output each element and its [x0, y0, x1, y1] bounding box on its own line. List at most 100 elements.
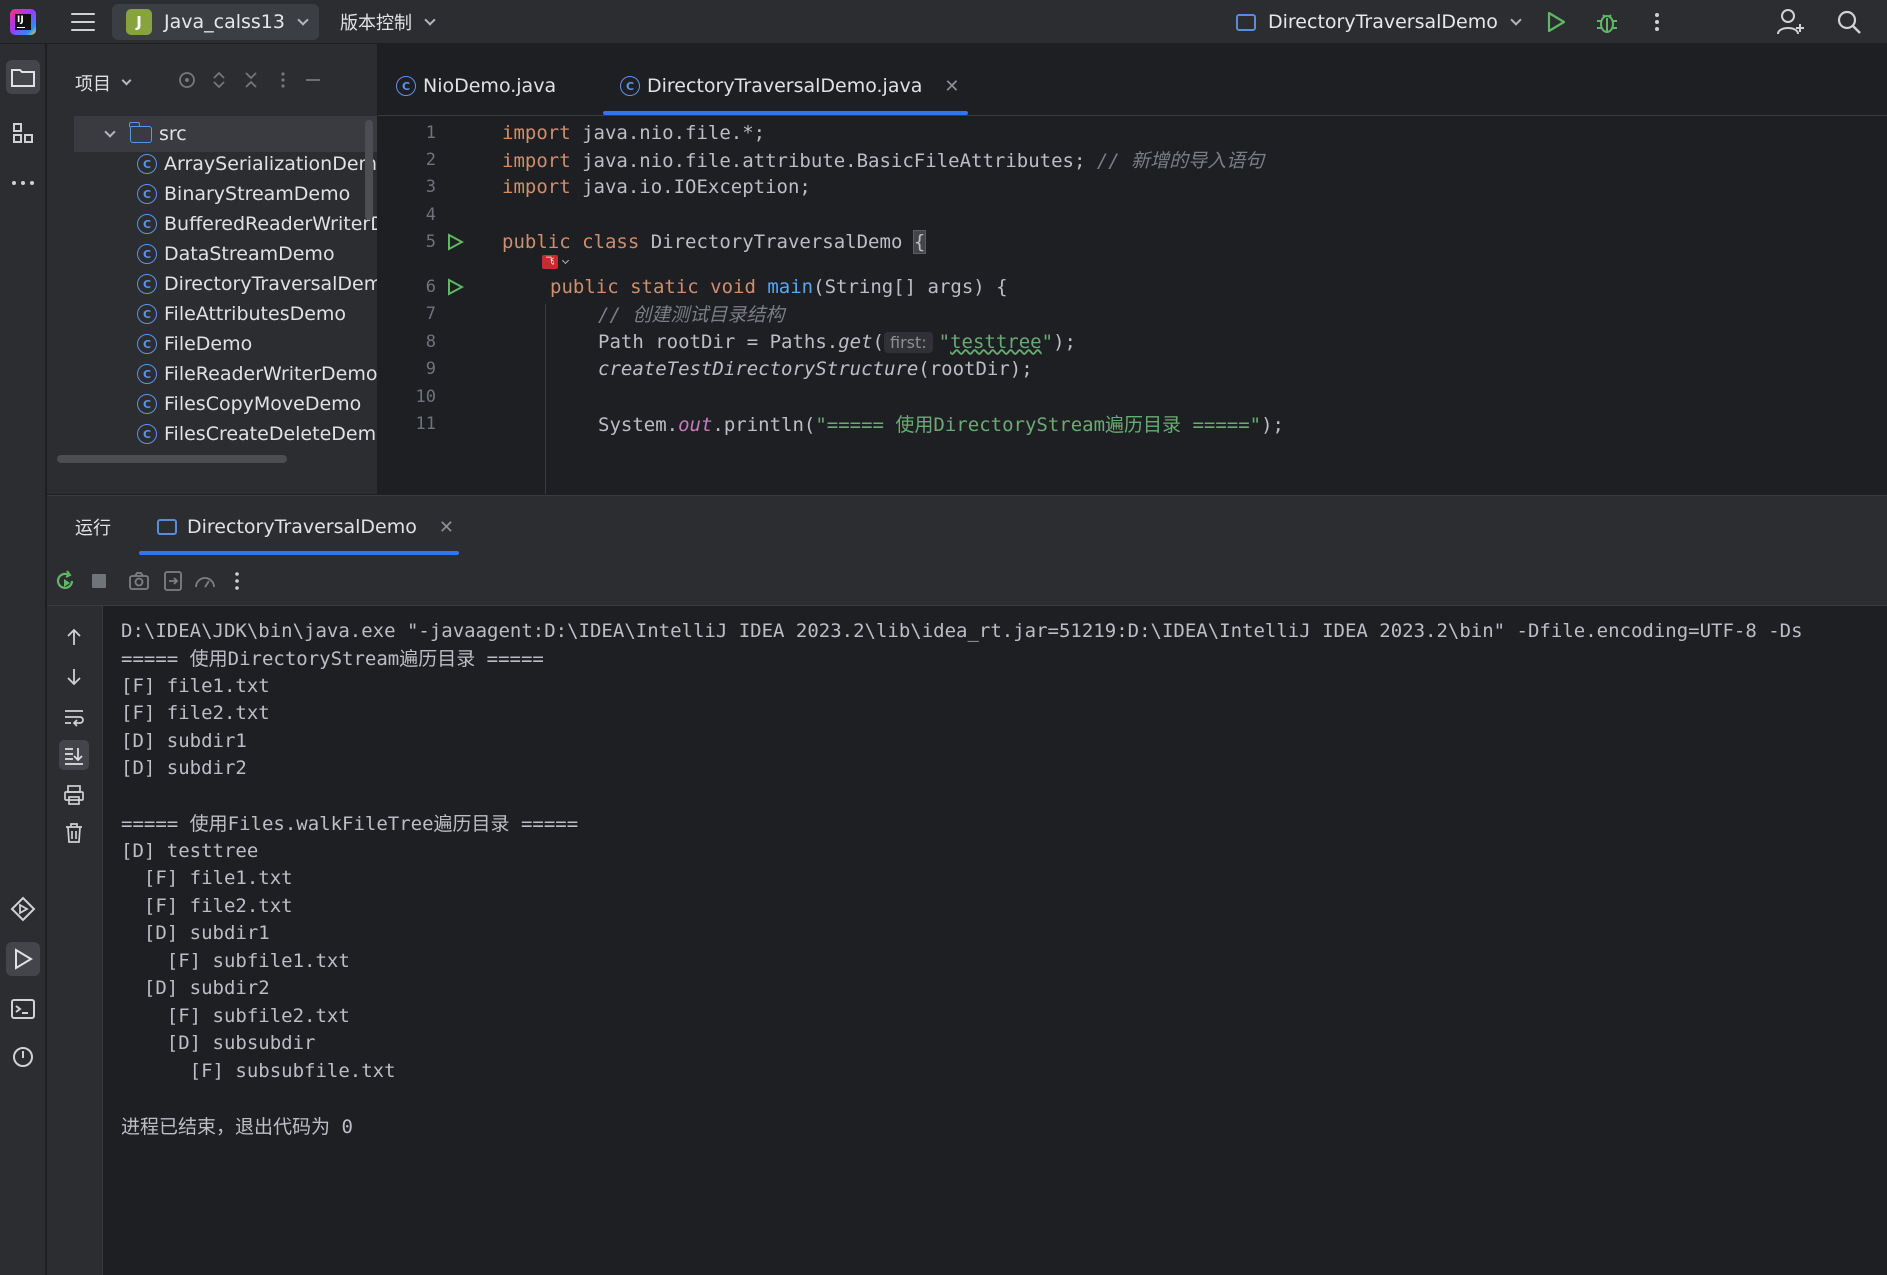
- class-icon: C: [396, 76, 416, 96]
- code-line: createTestDirectoryStructure(rootDir);: [598, 357, 1033, 380]
- structure-view-button[interactable]: [6, 116, 40, 150]
- code-line: import java.nio.file.attribute.BasicFile…: [502, 150, 1265, 172]
- terminal-button[interactable]: [6, 992, 40, 1026]
- more-actions-icon[interactable]: [1650, 10, 1660, 34]
- more-tools-button[interactable]: [6, 166, 40, 200]
- collapse-all-icon[interactable]: [241, 70, 261, 90]
- project-name: Java_calss13: [164, 11, 285, 33]
- rerun-icon[interactable]: [53, 569, 77, 593]
- console-line: 进程已结束，退出代码为 0: [121, 1116, 353, 1138]
- class-icon: C: [137, 214, 157, 234]
- chevron-down-icon: [561, 256, 570, 265]
- line-number: 4: [425, 204, 436, 225]
- clear-button[interactable]: [59, 818, 89, 848]
- parameter-hint: first:: [884, 331, 933, 353]
- arrow-down-icon: [67, 669, 81, 686]
- tree-horizontal-scrollbar[interactable]: [57, 455, 287, 463]
- close-icon[interactable]: ✕: [944, 76, 959, 97]
- tree-item-label: BinaryStreamDemo: [164, 183, 351, 205]
- line-number: 1: [425, 122, 436, 143]
- code-editor: C NioDemo.java C DirectoryTraversalDemo.…: [378, 44, 1887, 494]
- exit-icon[interactable]: [161, 569, 185, 593]
- services-button[interactable]: [6, 892, 40, 926]
- project-view-button[interactable]: [6, 60, 40, 94]
- more-actions-icon[interactable]: [225, 569, 249, 593]
- code-line: // 创建测试目录结构: [598, 304, 785, 326]
- line-number: 11: [415, 413, 436, 434]
- active-run-tab-indicator: [139, 551, 459, 555]
- class-icon: C: [137, 394, 157, 414]
- code-line: public static void main(String[] args) {: [550, 275, 1008, 298]
- stop-icon[interactable]: [87, 569, 111, 593]
- scroll-down-button[interactable]: [59, 662, 89, 692]
- add-user-icon[interactable]: [1776, 8, 1806, 36]
- tab-niodemo[interactable]: C NioDemo.java: [396, 68, 556, 104]
- line-number: 8: [425, 331, 436, 352]
- run-icon[interactable]: [1544, 10, 1568, 34]
- vcs-menu[interactable]: 版本控制: [340, 4, 436, 40]
- chevron-down-icon: [121, 75, 132, 86]
- run-icon: [15, 948, 33, 970]
- run-config-icon: [1236, 13, 1256, 31]
- run-tab-bar: 运行 DirectoryTraversalDemo ✕: [47, 496, 1887, 556]
- tree-item[interactable]: C FilesCreateDeleteDemo: [47, 416, 377, 452]
- intellij-logo-icon[interactable]: IJ: [10, 9, 36, 35]
- soft-wrap-button[interactable]: [59, 702, 89, 732]
- problems-button[interactable]: [6, 1040, 40, 1074]
- coverage-icon[interactable]: [193, 569, 217, 593]
- chevron-down-icon: [104, 125, 116, 138]
- print-button[interactable]: [59, 780, 89, 810]
- soft-wrap-icon: [65, 710, 84, 727]
- code-line: System.out.println("===== 使用DirectoryStr…: [598, 414, 1284, 436]
- run-tool-button[interactable]: [6, 942, 40, 976]
- debug-icon[interactable]: [1594, 9, 1620, 35]
- run-toolbar: [47, 556, 1887, 606]
- class-icon: C: [137, 154, 157, 174]
- class-icon: C: [137, 424, 157, 444]
- trash-icon: [66, 823, 82, 843]
- close-icon[interactable]: ✕: [439, 517, 454, 538]
- title-bar: IJ J Java_calss13 版本控制 DirectoryTraversa…: [0, 0, 1887, 44]
- code-area[interactable]: 1 import java.nio.file.*; 2 import java.ni…: [378, 116, 1887, 494]
- project-panel-title[interactable]: 项目: [75, 70, 132, 96]
- run-config-label: DirectoryTraversalDemo: [1268, 11, 1498, 33]
- class-icon: C: [137, 274, 157, 294]
- tree-item-label: FilesCreateDeleteDemo: [164, 423, 377, 445]
- class-icon: C: [137, 334, 157, 354]
- locate-icon[interactable]: [177, 70, 197, 90]
- active-tab-indicator: [603, 111, 968, 115]
- print-icon: [64, 785, 84, 805]
- services-icon: [10, 896, 36, 922]
- run-panel-title: 运行: [75, 518, 111, 539]
- plugin-badge-icon: 飞: [542, 255, 558, 269]
- console-output[interactable]: D:\IDEA\JDK\bin\java.exe "-javaagent:D:\…: [121, 606, 1887, 1275]
- project-switcher[interactable]: J Java_calss13: [112, 4, 319, 40]
- line-number: 9: [425, 358, 436, 379]
- expand-all-icon[interactable]: [209, 70, 229, 90]
- scroll-to-end-icon: [65, 748, 83, 765]
- folder-icon: [11, 69, 35, 87]
- tree-vertical-scrollbar[interactable]: [365, 120, 373, 220]
- left-tool-strip: [0, 44, 46, 1275]
- run-main-gutter-icon[interactable]: [446, 277, 464, 296]
- search-icon[interactable]: [1836, 9, 1862, 35]
- scroll-to-end-button[interactable]: [59, 740, 89, 770]
- hide-icon[interactable]: [303, 70, 323, 90]
- run-config-selector[interactable]: DirectoryTraversalDemo: [1236, 4, 1522, 40]
- project-badge: J: [126, 9, 152, 35]
- run-class-gutter-icon[interactable]: [446, 232, 464, 251]
- scroll-up-button[interactable]: [59, 622, 89, 652]
- class-icon: C: [137, 244, 157, 264]
- main-menu-icon[interactable]: [70, 11, 96, 33]
- options-icon[interactable]: [273, 70, 293, 90]
- run-tab-directorytraversaldemo[interactable]: DirectoryTraversalDemo ✕: [157, 510, 454, 544]
- camera-icon[interactable]: [127, 569, 151, 593]
- editor-tabs: C NioDemo.java C DirectoryTraversalDemo.…: [378, 44, 1887, 116]
- more-horizontal-icon: [12, 181, 34, 185]
- run-tool-window: 运行 DirectoryTraversalDemo ✕ D:\IDEA\JDK\…: [47, 495, 1887, 1275]
- chevron-down-icon: [424, 13, 436, 26]
- chevron-down-icon: [297, 13, 309, 26]
- tab-directorytraversaldemo[interactable]: C DirectoryTraversalDemo.java ✕: [620, 68, 959, 104]
- tab-label: DirectoryTraversalDemo.java: [647, 75, 923, 97]
- inlay-hint[interactable]: 飞: [542, 255, 570, 269]
